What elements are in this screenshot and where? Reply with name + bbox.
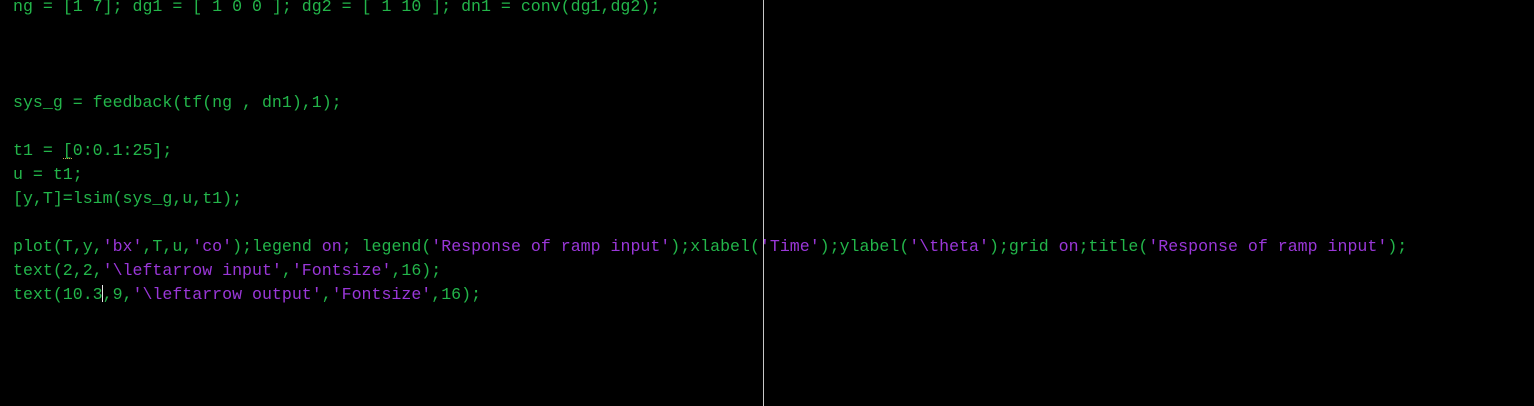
code-line-8[interactable]: text(10.3,9,'\leftarrow output','Fontsiz… bbox=[13, 283, 481, 307]
warning-squiggle[interactable] bbox=[63, 155, 72, 159]
code-line-7[interactable]: text(2,2,'\leftarrow input','Fontsize',1… bbox=[13, 259, 441, 283]
code-text: text(10.3 bbox=[13, 285, 103, 304]
string-literal: '\leftarrow output' bbox=[132, 285, 322, 304]
code-text: ); bbox=[1387, 237, 1408, 256]
string-literal: 'Response of ramp input' bbox=[431, 237, 671, 256]
code-text: ,16); bbox=[431, 285, 482, 304]
string-literal: 'Response of ramp input' bbox=[1148, 237, 1388, 256]
code-text: );legend bbox=[232, 237, 322, 256]
code-text: ,9, bbox=[102, 285, 133, 304]
code-text: text(2,2, bbox=[13, 261, 103, 280]
string-literal: 'co' bbox=[192, 237, 233, 256]
code-text: , bbox=[281, 261, 292, 280]
string-literal: 'bx' bbox=[102, 237, 143, 256]
code-text: sys_g = feedback(tf(ng , dn1),1); bbox=[13, 93, 342, 112]
code-text: ; legend( bbox=[341, 237, 432, 256]
code-line-1[interactable]: ng = [1 7]; dg1 = [ 1 0 0 ]; dg2 = [ 1 1… bbox=[13, 0, 660, 19]
code-line-5[interactable]: [y,T]=lsim(sys_g,u,t1); bbox=[13, 187, 242, 211]
command-argument: on bbox=[1058, 237, 1079, 256]
code-text: ,T,u, bbox=[142, 237, 193, 256]
command-argument: on bbox=[321, 237, 342, 256]
string-literal: 'Fontsize' bbox=[291, 261, 392, 280]
code-text: plot(T,y, bbox=[13, 237, 103, 256]
code-text: t1 = [0:0.1:25]; bbox=[13, 141, 173, 160]
code-text: ;title( bbox=[1078, 237, 1149, 256]
right-margin-line bbox=[763, 0, 764, 406]
code-line-3[interactable]: t1 = [0:0.1:25]; bbox=[13, 139, 172, 163]
code-text: );ylabel( bbox=[819, 237, 910, 256]
code-line-4[interactable]: u = t1; bbox=[13, 163, 83, 187]
code-text: [y,T]=lsim(sys_g,u,t1); bbox=[13, 189, 243, 208]
string-literal: 'Fontsize' bbox=[331, 285, 432, 304]
string-literal: '\leftarrow input' bbox=[102, 261, 282, 280]
string-literal: '\theta' bbox=[909, 237, 989, 256]
code-text: ng = [1 7]; dg1 = [ 1 0 0 ]; dg2 = [ 1 1… bbox=[13, 0, 661, 16]
code-text: );xlabel( bbox=[670, 237, 760, 256]
code-editor[interactable]: ng = [1 7]; dg1 = [ 1 0 0 ]; dg2 = [ 1 1… bbox=[0, 0, 1534, 406]
code-text: ,16); bbox=[391, 261, 442, 280]
code-text: );grid bbox=[988, 237, 1059, 256]
string-literal: 'Time' bbox=[759, 237, 820, 256]
code-line-2[interactable]: sys_g = feedback(tf(ng , dn1),1); bbox=[13, 91, 342, 115]
code-line-6[interactable]: plot(T,y,'bx',T,u,'co');legend on; legen… bbox=[13, 235, 1407, 259]
code-text: , bbox=[321, 285, 332, 304]
code-text: u = t1; bbox=[13, 165, 83, 184]
